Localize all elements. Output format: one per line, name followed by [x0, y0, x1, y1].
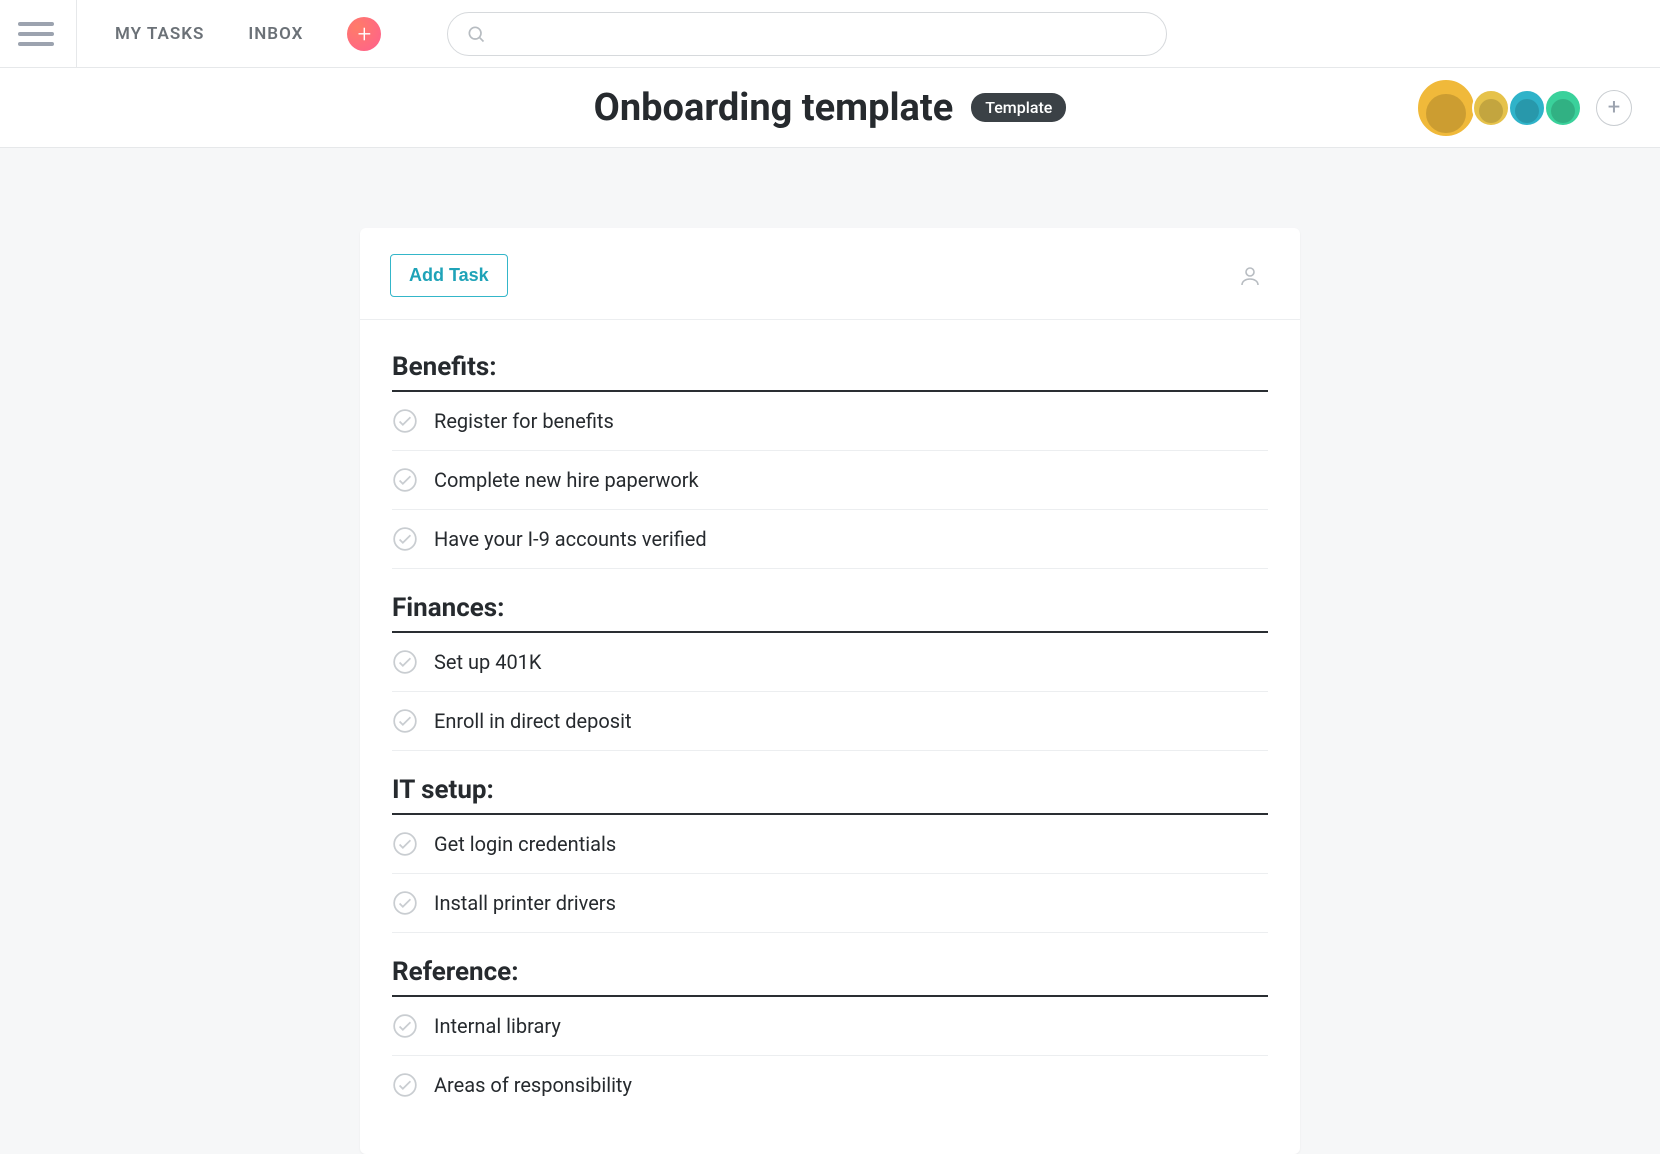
task-row[interactable]: Internal library: [392, 997, 1268, 1056]
search-input[interactable]: [496, 25, 1148, 43]
task-row[interactable]: Have your I-9 accounts verified: [392, 510, 1268, 569]
avatar[interactable]: [1508, 89, 1546, 127]
plus-icon: +: [358, 20, 372, 48]
check-circle-icon[interactable]: [392, 890, 418, 916]
task-row[interactable]: Set up 401K: [392, 633, 1268, 692]
task-label: Register for benefits: [434, 409, 614, 433]
check-circle-icon[interactable]: [392, 708, 418, 734]
content-area: Add Task Benefits: Register for benefits C…: [0, 148, 1660, 1154]
task-label: Install printer drivers: [434, 891, 616, 915]
task-row[interactable]: Complete new hire paperwork: [392, 451, 1268, 510]
task-row[interactable]: Enroll in direct deposit: [392, 692, 1268, 751]
check-circle-icon[interactable]: [392, 408, 418, 434]
person-icon[interactable]: [1238, 264, 1262, 288]
task-label: Enroll in direct deposit: [434, 709, 632, 733]
hamburger-icon[interactable]: [18, 16, 54, 52]
sections-container: Benefits: Register for benefits Complete n…: [360, 320, 1300, 1114]
avatar[interactable]: [1544, 89, 1582, 127]
task-label: Internal library: [434, 1014, 561, 1038]
section-title[interactable]: Benefits:: [392, 328, 1268, 392]
check-circle-icon[interactable]: [392, 526, 418, 552]
add-task-button[interactable]: Add Task: [390, 254, 508, 297]
card-header: Add Task: [360, 228, 1300, 320]
task-card: Add Task Benefits: Register for benefits C…: [360, 228, 1300, 1154]
section-title[interactable]: Reference:: [392, 933, 1268, 997]
check-circle-icon[interactable]: [392, 1072, 418, 1098]
plus-icon: +: [1608, 95, 1620, 120]
section-title[interactable]: Finances:: [392, 569, 1268, 633]
check-circle-icon[interactable]: [392, 831, 418, 857]
task-label: Have your I-9 accounts verified: [434, 527, 707, 551]
search-icon: [466, 24, 486, 44]
task-label: Areas of responsibility: [434, 1073, 632, 1097]
check-circle-icon[interactable]: [392, 467, 418, 493]
template-badge: Template: [971, 93, 1066, 122]
task-label: Get login credentials: [434, 832, 616, 856]
task-row[interactable]: Install printer drivers: [392, 874, 1268, 933]
nav-inbox[interactable]: INBOX: [248, 24, 303, 44]
task-label: Complete new hire paperwork: [434, 468, 699, 492]
section-title[interactable]: IT setup:: [392, 751, 1268, 815]
task-row[interactable]: Get login credentials: [392, 815, 1268, 874]
top-nav: MY TASKS INBOX +: [0, 0, 1660, 68]
task-row[interactable]: Register for benefits: [392, 392, 1268, 451]
divider: [76, 0, 77, 68]
task-row[interactable]: Areas of responsibility: [392, 1056, 1268, 1114]
global-add-button[interactable]: +: [347, 17, 381, 51]
search-field[interactable]: [447, 12, 1167, 56]
member-list: +: [1416, 78, 1632, 138]
avatar[interactable]: [1416, 78, 1476, 138]
check-circle-icon[interactable]: [392, 1013, 418, 1039]
nav-my-tasks[interactable]: MY TASKS: [115, 24, 204, 44]
task-label: Set up 401K: [434, 650, 541, 674]
add-member-button[interactable]: +: [1596, 90, 1632, 126]
check-circle-icon[interactable]: [392, 649, 418, 675]
page-title: Onboarding template: [594, 86, 954, 130]
project-header: Onboarding template Template +: [0, 68, 1660, 148]
avatar[interactable]: [1472, 89, 1510, 127]
